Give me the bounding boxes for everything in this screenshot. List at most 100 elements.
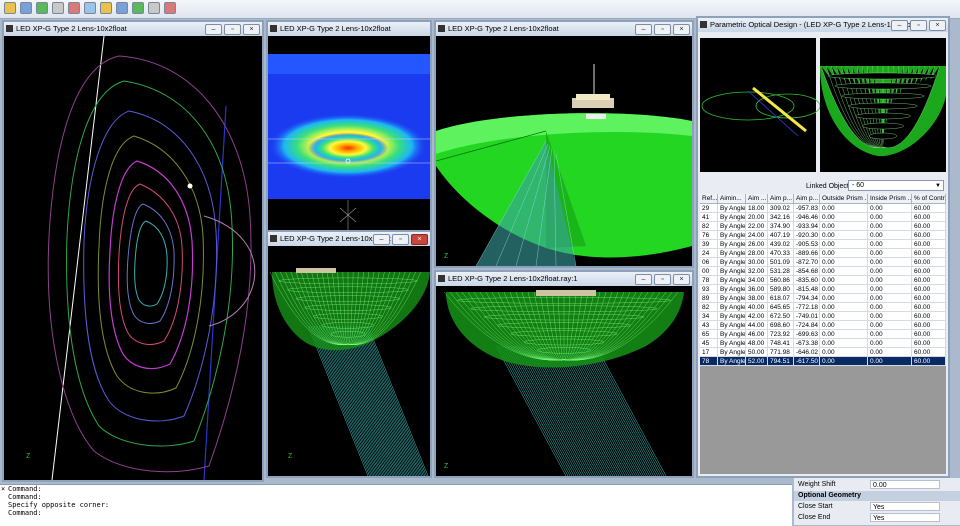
- table-cell[interactable]: 0.00: [820, 231, 868, 240]
- column-header[interactable]: Aim ...: [746, 194, 768, 204]
- table-cell[interactable]: -835.60: [794, 276, 820, 285]
- table-cell[interactable]: 24: [700, 249, 718, 258]
- table-cell[interactable]: 0.00: [868, 240, 912, 249]
- table-cell[interactable]: 0.00: [820, 321, 868, 330]
- table-cell[interactable]: By Angle: [718, 249, 746, 258]
- table-cell[interactable]: 0.00: [868, 339, 912, 348]
- table-cell[interactable]: 60.00: [912, 312, 946, 321]
- table-cell[interactable]: 36.00: [746, 285, 768, 294]
- table-cell[interactable]: -749.01: [794, 312, 820, 321]
- linked-objects-dropdown[interactable]: - 60 ▼: [848, 180, 944, 191]
- aim-points-table[interactable]: Ref... Aimin... Aim ... Aim p... Aim p... Out…: [700, 194, 946, 474]
- column-header[interactable]: % of Control ...: [912, 194, 946, 204]
- table-cell[interactable]: 60.00: [912, 303, 946, 312]
- table-cell[interactable]: 645.65: [768, 303, 794, 312]
- table-cell[interactable]: By Angle: [718, 312, 746, 321]
- table-cell[interactable]: 0.00: [868, 204, 912, 213]
- table-cell[interactable]: By Angle: [718, 258, 746, 267]
- column-header[interactable]: Inside Prism ...: [868, 194, 912, 204]
- table-cell[interactable]: By Angle: [718, 213, 746, 222]
- table-cell[interactable]: -646.02: [794, 348, 820, 357]
- table-cell[interactable]: 93: [700, 285, 718, 294]
- column-header[interactable]: Aim p...: [794, 194, 820, 204]
- minimize-button[interactable]: –: [635, 24, 652, 35]
- table-cell[interactable]: 0.00: [868, 249, 912, 258]
- table-cell[interactable]: 0.00: [868, 213, 912, 222]
- table-cell[interactable]: 0.00: [868, 222, 912, 231]
- table-cell[interactable]: 0.00: [820, 330, 868, 339]
- ray-canvas[interactable]: Z: [436, 286, 692, 476]
- lens-wireframe-window[interactable]: LED XP-G Type 2 Lens-10x2float – ▫ × Z: [266, 230, 432, 478]
- table-cell[interactable]: 89: [700, 294, 718, 303]
- table-cell[interactable]: 48.00: [746, 339, 768, 348]
- optional-geometry-section[interactable]: Optional Geometry: [794, 491, 960, 501]
- table-cell[interactable]: 501.09: [768, 258, 794, 267]
- table-cell[interactable]: 589.80: [768, 285, 794, 294]
- wireframe-canvas[interactable]: Z: [268, 246, 430, 476]
- table-cell[interactable]: 78: [700, 276, 718, 285]
- table-cell[interactable]: By Angle: [718, 231, 746, 240]
- table-cell[interactable]: 60.00: [912, 276, 946, 285]
- table-cell[interactable]: 44.00: [746, 321, 768, 330]
- table-cell[interactable]: 560.86: [768, 276, 794, 285]
- close-start-field[interactable]: Yes: [870, 502, 940, 511]
- maximize-button[interactable]: ▫: [392, 234, 409, 245]
- table-cell[interactable]: 60.00: [912, 339, 946, 348]
- table-cell[interactable]: By Angle: [718, 294, 746, 303]
- lens-3d-render-window[interactable]: LED XP-G Type 2 Lens-10x2float – ▫ × Z: [434, 20, 694, 268]
- table-cell[interactable]: 0.00: [868, 258, 912, 267]
- table-cell[interactable]: 0.00: [820, 258, 868, 267]
- table-cell[interactable]: 60.00: [912, 204, 946, 213]
- table-cell[interactable]: By Angle: [718, 321, 746, 330]
- table-cell[interactable]: 60.00: [912, 258, 946, 267]
- table-cell[interactable]: 40.00: [746, 303, 768, 312]
- table-cell[interactable]: 0.00: [820, 240, 868, 249]
- table-cell[interactable]: 60.00: [912, 213, 946, 222]
- pan-icon[interactable]: [116, 2, 128, 14]
- measure-icon[interactable]: [164, 2, 176, 14]
- table-cell[interactable]: By Angle: [718, 330, 746, 339]
- table-cell[interactable]: 34.00: [746, 276, 768, 285]
- table-cell[interactable]: 723.92: [768, 330, 794, 339]
- illuminance-heatmap-window[interactable]: LED XP-G Type 2 Lens-10x2float: [266, 20, 432, 232]
- table-cell[interactable]: By Angle: [718, 240, 746, 249]
- table-cell[interactable]: 0.00: [868, 303, 912, 312]
- new-icon[interactable]: [4, 2, 16, 14]
- table-cell[interactable]: 60.00: [912, 285, 946, 294]
- table-cell[interactable]: 618.07: [768, 294, 794, 303]
- table-cell[interactable]: By Angle: [718, 303, 746, 312]
- table-cell[interactable]: 06: [700, 258, 718, 267]
- maximize-button[interactable]: ▫: [910, 20, 927, 31]
- table-cell[interactable]: 60.00: [912, 231, 946, 240]
- table-cell[interactable]: 407.19: [768, 231, 794, 240]
- table-cell[interactable]: 0.00: [868, 321, 912, 330]
- table-cell[interactable]: -617.50: [794, 357, 820, 366]
- table-cell[interactable]: By Angle: [718, 285, 746, 294]
- table-cell[interactable]: 30.00: [746, 258, 768, 267]
- column-header[interactable]: Aimin...: [718, 194, 746, 204]
- table-cell[interactable]: -772.18: [794, 303, 820, 312]
- table-cell[interactable]: 60.00: [912, 294, 946, 303]
- table-cell[interactable]: -815.48: [794, 285, 820, 294]
- table-cell[interactable]: -957.83: [794, 204, 820, 213]
- table-cell[interactable]: 0.00: [820, 267, 868, 276]
- render-canvas[interactable]: Z: [436, 36, 692, 266]
- table-cell[interactable]: 42.00: [746, 312, 768, 321]
- table-cell[interactable]: 0.00: [820, 213, 868, 222]
- ray-trace-window[interactable]: LED XP-G Type 2 Lens-10x2float.ray:1 – ▫ ×…: [434, 270, 694, 478]
- table-cell[interactable]: 39: [700, 240, 718, 249]
- undo-icon[interactable]: [68, 2, 80, 14]
- table-cell[interactable]: -946.46: [794, 213, 820, 222]
- close-button[interactable]: ×: [673, 24, 690, 35]
- close-button[interactable]: ×: [929, 20, 946, 31]
- table-cell[interactable]: 0.00: [820, 312, 868, 321]
- weight-shift-field[interactable]: 0.00: [870, 480, 940, 489]
- table-cell[interactable]: 0.00: [820, 276, 868, 285]
- select-icon[interactable]: [148, 2, 160, 14]
- table-cell[interactable]: 26.00: [746, 240, 768, 249]
- table-cell[interactable]: 41: [700, 213, 718, 222]
- table-cell[interactable]: 60.00: [912, 249, 946, 258]
- table-cell[interactable]: 0.00: [868, 348, 912, 357]
- table-cell[interactable]: 60.00: [912, 330, 946, 339]
- command-input[interactable]: Command:: [0, 509, 792, 517]
